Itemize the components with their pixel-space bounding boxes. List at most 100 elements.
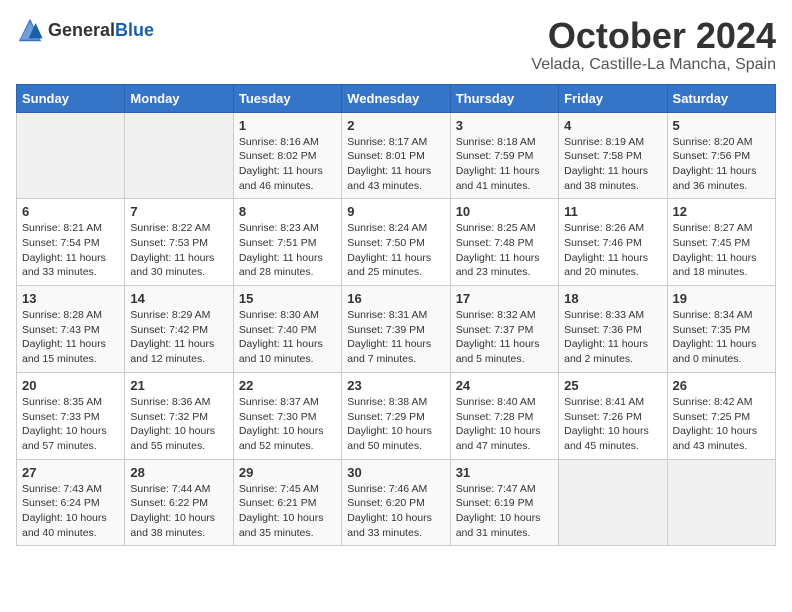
day-detail: Sunrise: 7:43 AMSunset: 6:24 PMDaylight:… <box>22 482 119 541</box>
day-detail: Sunrise: 8:38 AMSunset: 7:29 PMDaylight:… <box>347 395 444 454</box>
calendar-week-4: 27 Sunrise: 7:43 AMSunset: 6:24 PMDayligh… <box>17 459 776 546</box>
day-number: 28 <box>130 465 227 480</box>
header-friday: Friday <box>559 84 667 112</box>
calendar-cell: 3 Sunrise: 8:18 AMSunset: 7:59 PMDaylight… <box>450 112 558 199</box>
day-detail: Sunrise: 8:40 AMSunset: 7:28 PMDaylight:… <box>456 395 553 454</box>
day-number: 29 <box>239 465 336 480</box>
calendar-cell: 9Sunrise: 8:24 AMSunset: 7:50 PMDaylight… <box>342 199 450 286</box>
calendar-cell: 2 Sunrise: 8:17 AMSunset: 8:01 PMDaylight… <box>342 112 450 199</box>
calendar-cell: 13 Sunrise: 8:28 AMSunset: 7:43 PMDayligh… <box>17 286 125 373</box>
calendar-cell: 29Sunrise: 7:45 AMSunset: 6:21 PMDayligh… <box>233 459 341 546</box>
calendar-cell: 30Sunrise: 7:46 AMSunset: 6:20 PMDayligh… <box>342 459 450 546</box>
day-number: 25 <box>564 378 661 393</box>
day-number: 31 <box>456 465 553 480</box>
day-detail: Sunrise: 8:25 AMSunset: 7:48 PMDaylight:… <box>456 221 553 280</box>
calendar-cell: 12Sunrise: 8:27 AMSunset: 7:45 PMDayligh… <box>667 199 775 286</box>
day-number: 13 <box>22 291 119 306</box>
day-detail: Sunrise: 8:22 AMSunset: 7:53 PMDaylight:… <box>130 221 227 280</box>
day-detail: Sunrise: 8:37 AMSunset: 7:30 PMDaylight:… <box>239 395 336 454</box>
day-detail: Sunrise: 8:33 AMSunset: 7:36 PMDaylight:… <box>564 308 661 367</box>
day-number: 22 <box>239 378 336 393</box>
header-tuesday: Tuesday <box>233 84 341 112</box>
calendar-week-0: 1 Sunrise: 8:16 AMSunset: 8:02 PMDaylight… <box>17 112 776 199</box>
calendar-cell: 21 Sunrise: 8:36 AMSunset: 7:32 PMDayligh… <box>125 372 233 459</box>
calendar-cell: 23Sunrise: 8:38 AMSunset: 7:29 PMDayligh… <box>342 372 450 459</box>
header-monday: Monday <box>125 84 233 112</box>
day-detail: Sunrise: 8:32 AMSunset: 7:37 PMDaylight:… <box>456 308 553 367</box>
header-sunday: Sunday <box>17 84 125 112</box>
calendar-cell: 22 Sunrise: 8:37 AMSunset: 7:30 PMDayligh… <box>233 372 341 459</box>
day-number: 9 <box>347 204 444 219</box>
day-number: 4 <box>564 118 661 133</box>
calendar-cell: 5Sunrise: 8:20 AMSunset: 7:56 PMDaylight… <box>667 112 775 199</box>
calendar-cell: 17 Sunrise: 8:32 AMSunset: 7:37 PMDayligh… <box>450 286 558 373</box>
day-number: 21 <box>130 378 227 393</box>
calendar-week-1: 6Sunrise: 8:21 AMSunset: 7:54 PMDaylight… <box>17 199 776 286</box>
day-number: 2 <box>347 118 444 133</box>
calendar-cell: 11 Sunrise: 8:26 AMSunset: 7:46 PMDayligh… <box>559 199 667 286</box>
logo: General Blue <box>16 16 154 44</box>
calendar-cell: 1 Sunrise: 8:16 AMSunset: 8:02 PMDaylight… <box>233 112 341 199</box>
calendar-table: Sunday Monday Tuesday Wednesday Thursday… <box>16 84 776 547</box>
day-detail: Sunrise: 8:36 AMSunset: 7:32 PMDaylight:… <box>130 395 227 454</box>
logo-icon <box>16 16 44 44</box>
day-number: 1 <box>239 118 336 133</box>
day-detail: Sunrise: 8:35 AMSunset: 7:33 PMDaylight:… <box>22 395 119 454</box>
logo-blue: Blue <box>115 21 154 39</box>
calendar-cell: 19Sunrise: 8:34 AMSunset: 7:35 PMDayligh… <box>667 286 775 373</box>
day-number: 30 <box>347 465 444 480</box>
calendar-cell: 18 Sunrise: 8:33 AMSunset: 7:36 PMDayligh… <box>559 286 667 373</box>
calendar-cell: 8Sunrise: 8:23 AMSunset: 7:51 PMDaylight… <box>233 199 341 286</box>
logo-general: General <box>48 21 115 39</box>
location-subtitle: Velada, Castille-La Mancha, Spain <box>531 56 776 74</box>
day-detail: Sunrise: 8:42 AMSunset: 7:25 PMDaylight:… <box>673 395 770 454</box>
calendar-week-3: 20 Sunrise: 8:35 AMSunset: 7:33 PMDayligh… <box>17 372 776 459</box>
calendar-cell: 28Sunrise: 7:44 AMSunset: 6:22 PMDayligh… <box>125 459 233 546</box>
calendar-cell: 16Sunrise: 8:31 AMSunset: 7:39 PMDayligh… <box>342 286 450 373</box>
calendar-cell <box>17 112 125 199</box>
day-detail: Sunrise: 8:27 AMSunset: 7:45 PMDaylight:… <box>673 221 770 280</box>
calendar-cell: 27 Sunrise: 7:43 AMSunset: 6:24 PMDayligh… <box>17 459 125 546</box>
calendar-cell: 26 Sunrise: 8:42 AMSunset: 7:25 PMDayligh… <box>667 372 775 459</box>
calendar-cell: 24Sunrise: 8:40 AMSunset: 7:28 PMDayligh… <box>450 372 558 459</box>
calendar-cell: 6Sunrise: 8:21 AMSunset: 7:54 PMDaylight… <box>17 199 125 286</box>
day-number: 11 <box>564 204 661 219</box>
calendar-cell: 4 Sunrise: 8:19 AMSunset: 7:58 PMDaylight… <box>559 112 667 199</box>
day-detail: Sunrise: 8:18 AMSunset: 7:59 PMDaylight:… <box>456 135 553 194</box>
logo-text: General Blue <box>48 21 154 39</box>
day-detail: Sunrise: 8:41 AMSunset: 7:26 PMDaylight:… <box>564 395 661 454</box>
day-detail: Sunrise: 8:17 AMSunset: 8:01 PMDaylight:… <box>347 135 444 194</box>
calendar-cell <box>125 112 233 199</box>
day-number: 6 <box>22 204 119 219</box>
day-number: 15 <box>239 291 336 306</box>
header-wednesday: Wednesday <box>342 84 450 112</box>
day-detail: Sunrise: 8:30 AMSunset: 7:40 PMDaylight:… <box>239 308 336 367</box>
day-number: 3 <box>456 118 553 133</box>
day-detail: Sunrise: 8:16 AMSunset: 8:02 PMDaylight:… <box>239 135 336 194</box>
page-header: General Blue October 2024 Velada, Castil… <box>16 16 776 74</box>
calendar-cell: 7Sunrise: 8:22 AMSunset: 7:53 PMDaylight… <box>125 199 233 286</box>
calendar-cell: 15 Sunrise: 8:30 AMSunset: 7:40 PMDayligh… <box>233 286 341 373</box>
day-detail: Sunrise: 8:28 AMSunset: 7:43 PMDaylight:… <box>22 308 119 367</box>
day-number: 17 <box>456 291 553 306</box>
header-saturday: Saturday <box>667 84 775 112</box>
calendar-cell: 31 Sunrise: 7:47 AMSunset: 6:19 PMDayligh… <box>450 459 558 546</box>
calendar-cell: 25 Sunrise: 8:41 AMSunset: 7:26 PMDayligh… <box>559 372 667 459</box>
day-detail: Sunrise: 8:19 AMSunset: 7:58 PMDaylight:… <box>564 135 661 194</box>
calendar-cell <box>667 459 775 546</box>
day-number: 26 <box>673 378 770 393</box>
day-detail: Sunrise: 7:47 AMSunset: 6:19 PMDaylight:… <box>456 482 553 541</box>
day-detail: Sunrise: 8:23 AMSunset: 7:51 PMDaylight:… <box>239 221 336 280</box>
day-number: 20 <box>22 378 119 393</box>
day-detail: Sunrise: 8:29 AMSunset: 7:42 PMDaylight:… <box>130 308 227 367</box>
day-number: 19 <box>673 291 770 306</box>
title-block: October 2024 Velada, Castille-La Mancha,… <box>531 16 776 74</box>
day-number: 27 <box>22 465 119 480</box>
month-title: October 2024 <box>531 16 776 56</box>
day-detail: Sunrise: 8:26 AMSunset: 7:46 PMDaylight:… <box>564 221 661 280</box>
calendar-cell <box>559 459 667 546</box>
calendar-cell: 10Sunrise: 8:25 AMSunset: 7:48 PMDayligh… <box>450 199 558 286</box>
day-number: 5 <box>673 118 770 133</box>
weekday-header-row: Sunday Monday Tuesday Wednesday Thursday… <box>17 84 776 112</box>
day-number: 18 <box>564 291 661 306</box>
